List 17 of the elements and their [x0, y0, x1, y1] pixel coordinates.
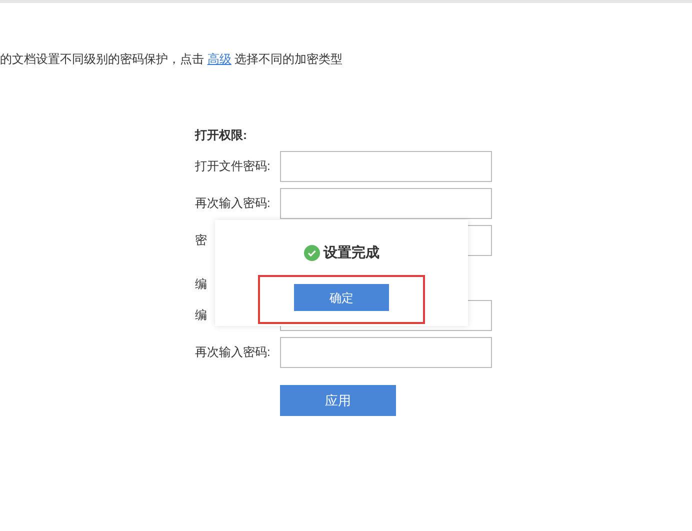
- success-check-icon: [304, 244, 320, 260]
- field-label: 密: [195, 232, 208, 249]
- confirm-button[interactable]: 确定: [294, 284, 389, 311]
- field-label: 编: [195, 307, 208, 324]
- intro-text: 选择不同的加密类型: [234, 52, 343, 66]
- field-label: 再次输入密码:: [195, 195, 272, 212]
- field-label: 再次输入密码:: [195, 344, 272, 361]
- field-label: 打开文件密码:: [195, 158, 272, 175]
- advanced-link[interactable]: 高级: [207, 52, 232, 66]
- dialog-title: 设置完成: [324, 243, 380, 262]
- password-field[interactable]: [280, 150, 492, 182]
- apply-button[interactable]: 应用: [280, 385, 396, 416]
- password-field[interactable]: [280, 336, 492, 368]
- section-heading: 打开权限:: [195, 127, 247, 144]
- section-heading: 编: [195, 276, 207, 293]
- intro-text: 的文档设置不同级别的密码保护，点击: [0, 52, 205, 66]
- password-field[interactable]: [280, 188, 492, 218]
